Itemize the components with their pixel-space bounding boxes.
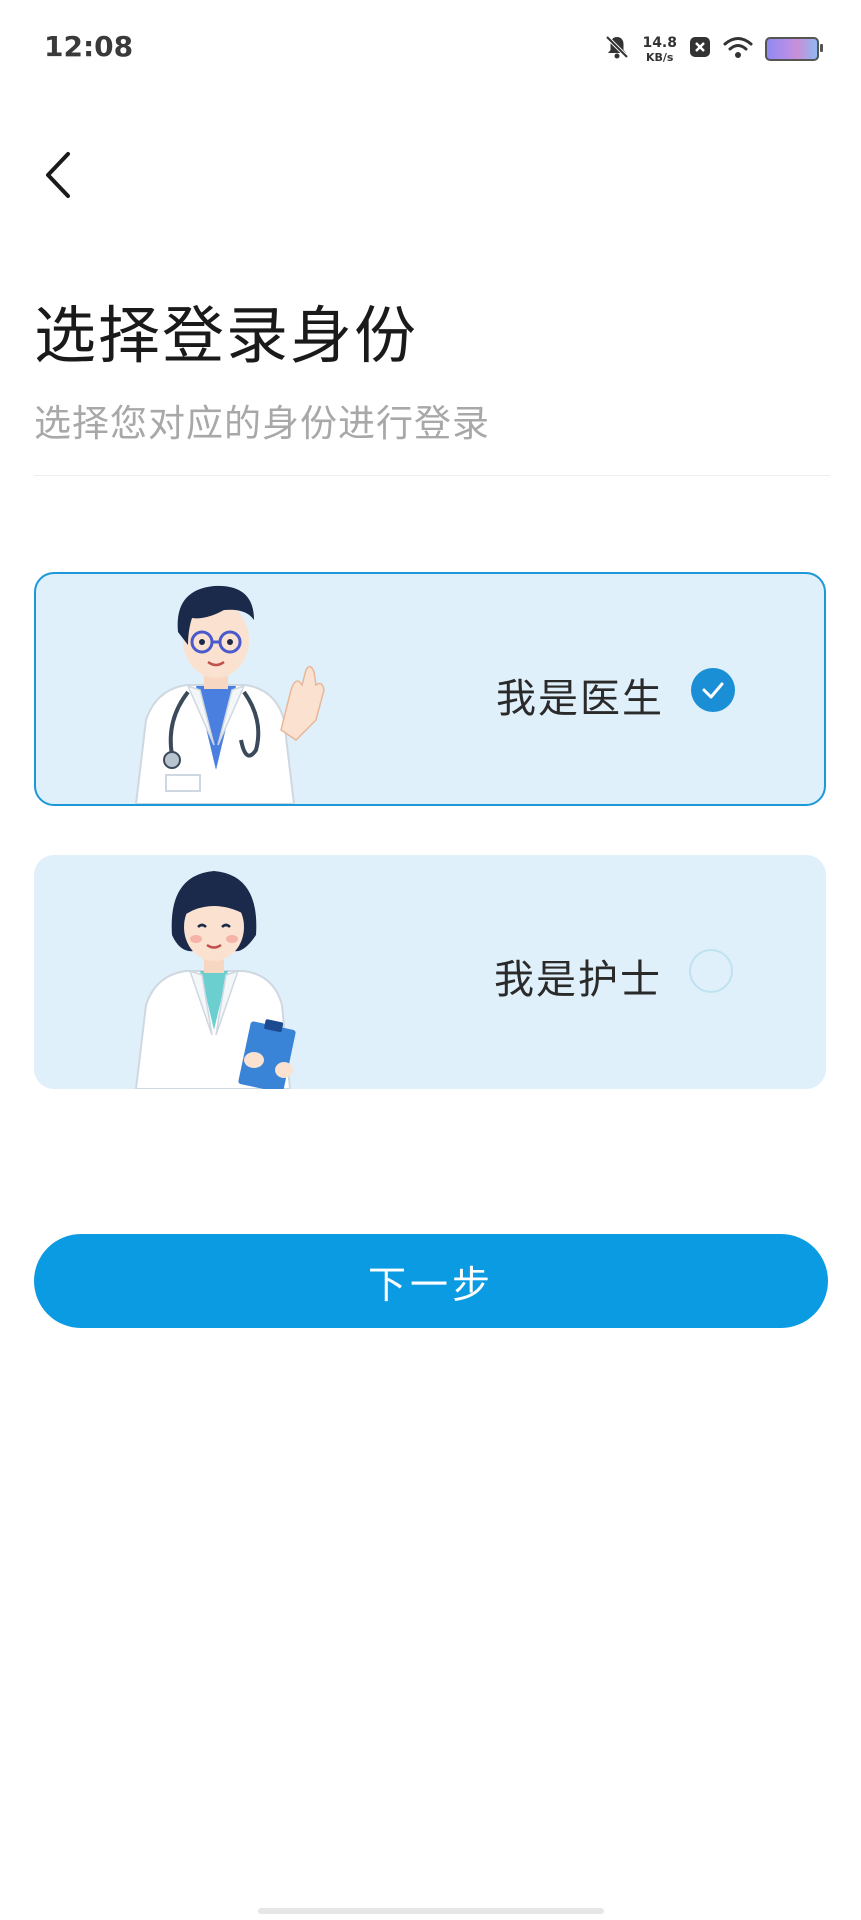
chevron-left-icon xyxy=(46,152,70,198)
header-divider xyxy=(34,475,830,476)
role-card-nurse[interactable]: 我是护士 xyxy=(34,855,826,1089)
doctor-illustration xyxy=(134,585,325,804)
back-button[interactable] xyxy=(34,140,94,210)
network-speed-value: 14.8 xyxy=(642,34,677,51)
bell-muted-icon xyxy=(604,34,630,64)
check-icon xyxy=(702,682,724,699)
page-title: 选择登录身份 xyxy=(34,299,419,372)
role-card-doctor[interactable]: 我是医生 xyxy=(34,572,826,806)
role-label-nurse: 我是护士 xyxy=(494,957,662,1003)
page-subtitle: 选择您对应的身份进行登录 xyxy=(34,402,490,445)
home-indicator[interactable] xyxy=(258,1908,604,1914)
status-time: 12:08 xyxy=(44,30,134,63)
role-radio-nurse[interactable] xyxy=(689,949,733,993)
role-radio-doctor[interactable] xyxy=(691,668,735,712)
status-icons: 14.8 KB/s xyxy=(604,34,823,64)
role-label-doctor: 我是医生 xyxy=(496,676,664,722)
login-role-screen: 12:08 14.8 KB/s 选择登录身份 选择您对应的身份进行登录 我是医生… xyxy=(0,0,861,1920)
next-button[interactable]: 下一步 xyxy=(34,1234,828,1328)
nurse-illustration xyxy=(134,871,296,1089)
status-bar: 12:08 14.8 KB/s xyxy=(0,0,861,100)
network-speed-unit: KB/s xyxy=(645,50,674,64)
close-box-icon xyxy=(689,36,711,62)
network-speed: 14.8 KB/s xyxy=(642,36,677,63)
battery-icon xyxy=(765,37,823,61)
wifi-icon xyxy=(723,35,753,63)
